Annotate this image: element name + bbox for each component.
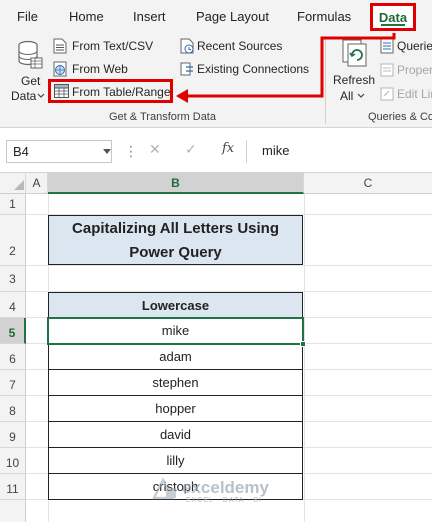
- column-header-a[interactable]: A: [26, 173, 48, 194]
- formula-input[interactable]: mike: [262, 143, 289, 158]
- exceldemy-logo-icon: [151, 477, 176, 500]
- row-header-1[interactable]: 1: [0, 194, 26, 215]
- column-header-c[interactable]: C: [304, 173, 432, 194]
- row-header-6[interactable]: 6: [0, 344, 26, 370]
- select-all-icon: [14, 180, 24, 190]
- row-header-9[interactable]: 9: [0, 422, 26, 448]
- formula-bar-divider: [246, 140, 247, 163]
- gridline: [26, 265, 432, 266]
- sheet-title-line-2: Power Query: [129, 244, 222, 261]
- watermark-name: exceldemy: [182, 478, 269, 497]
- cancel-icon[interactable]: ✕: [149, 141, 161, 158]
- sheet-title-cell[interactable]: Capitalizing All Letters Using Power Que…: [48, 215, 303, 265]
- name-box[interactable]: B4: [6, 140, 112, 163]
- row-header-5[interactable]: 5: [0, 318, 26, 344]
- table-header-cell[interactable]: Lowercase: [48, 292, 303, 318]
- row-header-8[interactable]: 8: [0, 396, 26, 422]
- table-cell[interactable]: stephen: [48, 370, 303, 396]
- row-header-11[interactable]: 11: [0, 474, 26, 500]
- insert-function-icon[interactable]: fx: [222, 141, 234, 156]
- row-header-7[interactable]: 7: [0, 370, 26, 396]
- more-options-icon[interactable]: ⋮: [124, 143, 138, 160]
- table-cell[interactable]: david: [48, 422, 303, 448]
- row-header-2[interactable]: 2: [0, 215, 26, 266]
- chevron-down-icon[interactable]: [103, 149, 111, 154]
- row-header-3[interactable]: 3: [0, 266, 26, 292]
- table-cell[interactable]: adam: [48, 344, 303, 370]
- row-header-10[interactable]: 10: [0, 448, 26, 474]
- table-cell[interactable]: lilly: [48, 448, 303, 474]
- active-cell-outline: [47, 317, 304, 345]
- fill-handle[interactable]: [300, 341, 306, 347]
- row-header-12[interactable]: [0, 500, 26, 522]
- watermark-subtitle: EXCEL · DATA · BI: [186, 497, 262, 504]
- column-header-b[interactable]: B: [48, 173, 304, 194]
- sheet-title-line-1: Capitalizing All Letters Using: [72, 220, 279, 237]
- check-icon[interactable]: ✓: [185, 141, 197, 158]
- table-cell[interactable]: hopper: [48, 396, 303, 422]
- annotation-arrow: [176, 33, 396, 103]
- row-header-4[interactable]: 4: [0, 292, 26, 318]
